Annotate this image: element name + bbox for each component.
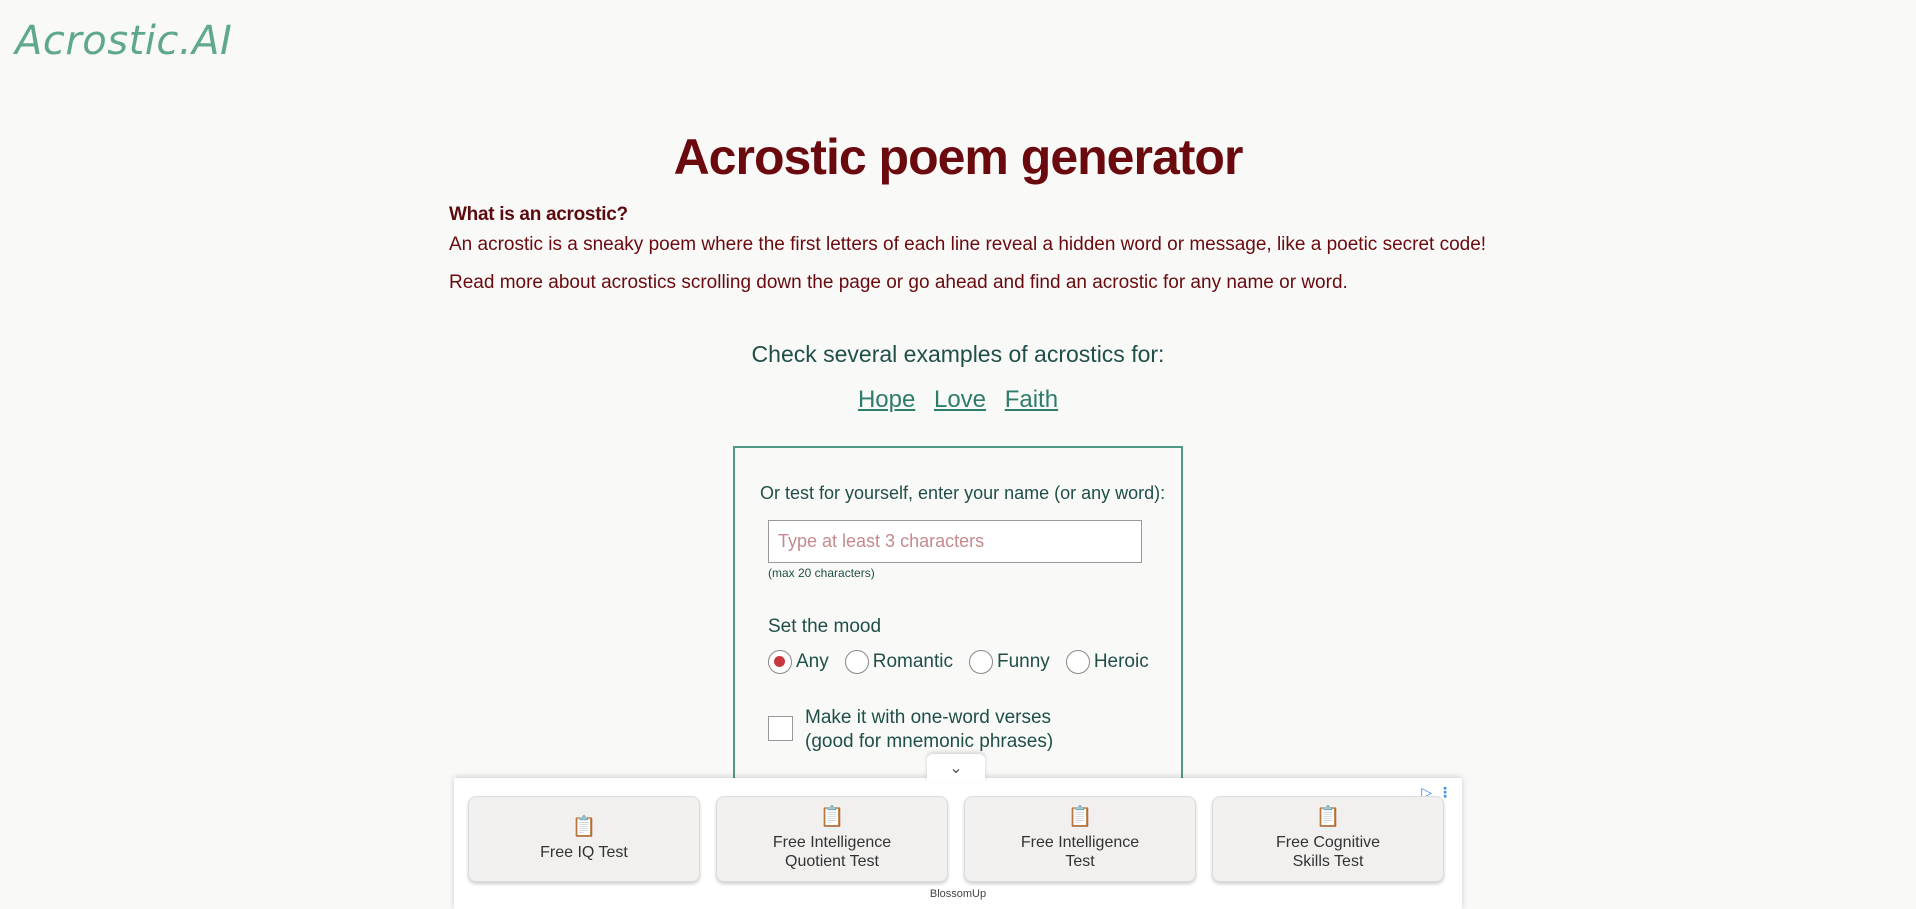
mood-option-label: Heroic [1093, 651, 1149, 672]
one-word-label-line2: (good for mnemonic phrases) [805, 731, 1054, 752]
one-word-label: Make it with one-word verses (good for m… [805, 706, 1053, 754]
clipboard-icon: 📋 [1067, 806, 1093, 828]
radio-romantic[interactable] [844, 650, 869, 674]
radio-heroic[interactable] [1065, 650, 1090, 674]
ad-card[interactable]: 📋 Free Intelligence Quotient Test [716, 796, 948, 882]
mood-option-funny[interactable]: Funny [969, 650, 1050, 674]
ad-collapse-toggle[interactable]: ⌄ [927, 754, 985, 782]
ad-card[interactable]: 📋 Free IQ Test [468, 796, 700, 882]
ad-card-label: Free Intelligence Quotient Test [772, 834, 892, 870]
intro-heading: What is an acrostic? [449, 204, 628, 225]
ad-card-label: Free IQ Test [540, 843, 628, 861]
ad-card-label: Free Intelligence Test [1020, 834, 1140, 870]
form-prompt: Or test for yourself, enter your name (o… [760, 483, 1166, 503]
intro-paragraph-2: Read more about acrostics scrolling down… [449, 272, 1348, 293]
max-characters-note: (max 20 characters) [768, 566, 875, 580]
intro-section: What is an acrostic? An acrostic is a sn… [449, 204, 1499, 310]
intro-paragraph-1: An acrostic is a sneaky poem where the f… [449, 234, 1487, 255]
mood-option-label: Funny [997, 651, 1050, 672]
example-link-hope[interactable]: Hope [858, 386, 915, 413]
name-input[interactable] [768, 520, 1142, 563]
mood-option-any[interactable]: Any [768, 650, 829, 674]
mood-option-romantic[interactable]: Romantic [844, 650, 953, 674]
generator-form: Or test for yourself, enter your name (o… [733, 446, 1183, 786]
ad-brand[interactable]: BlossomUp [454, 888, 1462, 900]
mood-radio-group: Any Romantic Funny Heroic [768, 650, 1165, 674]
ad-cards: 📋 Free IQ Test 📋 Free Intelligence Quoti… [468, 796, 1444, 882]
example-link-faith[interactable]: Faith [1005, 386, 1058, 413]
ad-card[interactable]: 📋 Free Intelligence Test [964, 796, 1196, 882]
mood-label: Set the mood [768, 616, 882, 637]
ad-card-label: Free Cognitive Skills Test [1275, 834, 1381, 870]
ad-card[interactable]: 📋 Free Cognitive Skills Test [1212, 796, 1444, 882]
one-word-option[interactable]: Make it with one-word verses (good for m… [768, 706, 1053, 754]
clipboard-icon: 📋 [819, 806, 845, 828]
example-link-love[interactable]: Love [934, 386, 986, 413]
examples-links: Hope Love Faith [0, 386, 1916, 414]
mood-option-label: Any [796, 651, 829, 672]
page-title: Acrostic poem generator [673, 129, 1244, 185]
clipboard-icon: 📋 [1315, 806, 1341, 828]
one-word-checkbox[interactable] [768, 716, 793, 741]
site-logo[interactable]: Acrostic.AI [15, 18, 232, 64]
one-word-label-line1: Make it with one-word verses [805, 707, 1052, 728]
chevron-down-icon: ⌄ [949, 760, 963, 777]
radio-any[interactable] [768, 650, 792, 674]
examples-heading: Check several examples of acrostics for: [751, 341, 1165, 367]
mood-option-heroic[interactable]: Heroic [1065, 650, 1149, 674]
clipboard-icon: 📋 [571, 815, 597, 838]
radio-funny[interactable] [969, 650, 993, 674]
ad-banner: ▷ ⋮ 📋 Free IQ Test 📋 Free Intelligence Q… [454, 778, 1462, 909]
mood-option-label: Romantic [872, 651, 953, 672]
